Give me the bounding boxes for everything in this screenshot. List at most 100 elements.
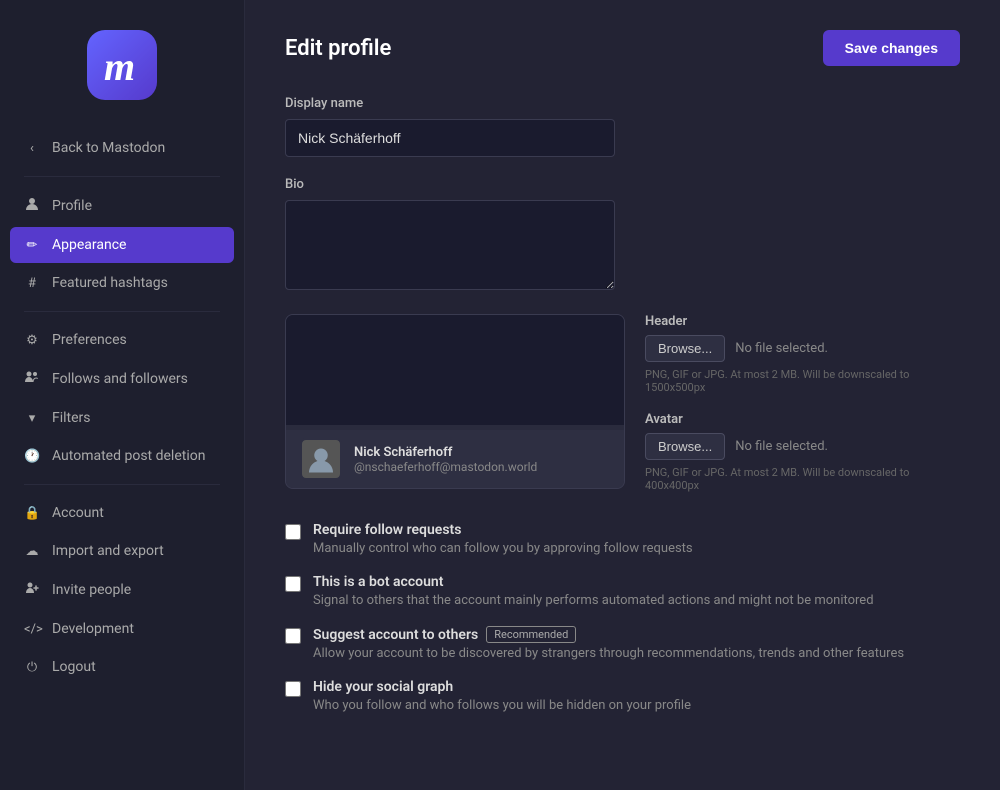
bot-account-content: This is a bot account Signal to others t…: [313, 574, 874, 608]
profile-card-footer: Nick Schäferhoff @nschaeferhoff@mastodon…: [286, 430, 624, 488]
header-upload-label: Header: [645, 314, 960, 329]
sidebar-autodeletion-label: Automated post deletion: [52, 448, 205, 464]
hide-social-title[interactable]: Hide your social graph: [313, 679, 691, 695]
sidebar-item-filters[interactable]: ▾ Filters: [10, 400, 234, 436]
suggest-account-content: Suggest account to others Recommended Al…: [313, 626, 904, 661]
recommended-badge: Recommended: [486, 626, 576, 643]
header-upload-group: Header Browse... No file selected. PNG, …: [645, 314, 960, 394]
sidebar-appearance-label: Appearance: [52, 237, 126, 253]
bio-input[interactable]: [285, 200, 615, 290]
sidebar-importexport-label: Import and export: [52, 543, 164, 559]
sidebar-filters-label: Filters: [52, 410, 91, 426]
back-icon: ‹: [24, 141, 40, 156]
avatar-no-file: No file selected.: [735, 439, 828, 454]
bio-label: Bio: [285, 177, 960, 192]
sidebar-item-import-export[interactable]: ☁ Import and export: [10, 533, 234, 569]
page-title: Edit profile: [285, 36, 391, 61]
checkbox-suggest-account: Suggest account to others Recommended Al…: [285, 626, 960, 661]
sidebar-logout-label: Logout: [52, 659, 96, 675]
mastodon-logo[interactable]: m: [87, 30, 157, 100]
sidebar-item-appearance[interactable]: ✏ Appearance: [10, 227, 234, 263]
page-header: Edit profile Save changes: [285, 30, 960, 66]
cloud-icon: ☁: [24, 544, 40, 559]
sidebar-development-label: Development: [52, 621, 134, 637]
sidebar-item-preferences[interactable]: ⚙ Preferences: [10, 322, 234, 358]
checkbox-bot-account: This is a bot account Signal to others t…: [285, 574, 960, 608]
display-name-label: Display name: [285, 96, 960, 111]
require-follow-checkbox[interactable]: [285, 524, 301, 540]
display-name-section: Display name: [285, 96, 960, 157]
hide-social-content: Hide your social graph Who you follow an…: [313, 679, 691, 713]
sidebar-follows-label: Follows and followers: [52, 371, 188, 387]
code-icon: </>: [24, 622, 40, 637]
gear-icon: ⚙: [24, 333, 40, 348]
sidebar-item-development[interactable]: </> Development: [10, 611, 234, 647]
sidebar-item-follows[interactable]: Follows and followers: [10, 360, 234, 398]
save-changes-button[interactable]: Save changes: [823, 30, 960, 66]
profile-handle: @nschaeferhoff@mastodon.world: [354, 460, 537, 474]
bot-account-desc: Signal to others that the account mainly…: [313, 593, 874, 608]
main-content: Edit profile Save changes Display name B…: [245, 0, 1000, 790]
avatar-browse-button[interactable]: Browse...: [645, 433, 725, 460]
sidebar-item-featured-hashtags[interactable]: # Featured hashtags: [10, 265, 234, 301]
header-browse-button[interactable]: Browse...: [645, 335, 725, 362]
logout-icon: ⏻: [24, 660, 40, 675]
header-no-file: No file selected.: [735, 341, 828, 356]
bot-account-checkbox[interactable]: [285, 576, 301, 592]
profile-icon: [24, 197, 40, 215]
bio-section: Bio: [285, 177, 960, 294]
sidebar-item-profile[interactable]: Profile: [10, 187, 234, 225]
require-follow-title[interactable]: Require follow requests: [313, 522, 693, 538]
sidebar-item-account[interactable]: 🔒 Account: [10, 495, 234, 531]
hashtag-icon: #: [24, 276, 40, 291]
display-name-input[interactable]: [285, 119, 615, 157]
header-upload-row: Browse... No file selected.: [645, 335, 960, 362]
sidebar-logo: m: [0, 20, 244, 130]
sidebar-divider-2: [24, 311, 220, 312]
media-section: Nick Schäferhoff @nschaeferhoff@mastodon…: [285, 314, 960, 492]
pencil-icon: ✏: [24, 238, 40, 253]
sidebar-item-autodeletion[interactable]: 🕐 Automated post deletion: [10, 438, 234, 474]
clock-icon: 🕐: [24, 449, 40, 464]
sidebar-item-logout[interactable]: ⏻ Logout: [10, 649, 234, 685]
sidebar-item-back[interactable]: ‹ Back to Mastodon: [10, 130, 234, 166]
hide-social-checkbox[interactable]: [285, 681, 301, 697]
invite-icon: [24, 581, 40, 599]
header-upload-hint: PNG, GIF or JPG. At most 2 MB. Will be d…: [645, 368, 960, 394]
require-follow-desc: Manually control who can follow you by a…: [313, 541, 693, 556]
avatar-upload-row: Browse... No file selected.: [645, 433, 960, 460]
require-follow-content: Require follow requests Manually control…: [313, 522, 693, 556]
lock-icon: 🔒: [24, 506, 40, 521]
sidebar-divider-3: [24, 484, 220, 485]
profile-preview: Nick Schäferhoff @nschaeferhoff@mastodon…: [285, 314, 625, 489]
avatar-upload-label: Avatar: [645, 412, 960, 427]
svg-text:m: m: [104, 44, 135, 88]
sidebar-item-invite[interactable]: Invite people: [10, 571, 234, 609]
avatar-upload-group: Avatar Browse... No file selected. PNG, …: [645, 412, 960, 492]
sidebar-nav: ‹ Back to Mastodon Profile ✏ Appearance …: [0, 130, 244, 685]
suggest-account-checkbox[interactable]: [285, 628, 301, 644]
avatar-upload-hint: PNG, GIF or JPG. At most 2 MB. Will be d…: [645, 466, 960, 492]
checkbox-hide-social: Hide your social graph Who you follow an…: [285, 679, 960, 713]
profile-header-bg: [286, 315, 624, 425]
sidebar-divider-1: [24, 176, 220, 177]
checkbox-require-follow: Require follow requests Manually control…: [285, 522, 960, 556]
profile-info: Nick Schäferhoff @nschaeferhoff@mastodon…: [354, 445, 537, 474]
sidebar-account-label: Account: [52, 505, 104, 521]
suggest-account-desc: Allow your account to be discovered by s…: [313, 646, 904, 661]
suggest-account-title[interactable]: Suggest account to others Recommended: [313, 626, 904, 643]
bot-account-title[interactable]: This is a bot account: [313, 574, 874, 590]
sidebar: m ‹ Back to Mastodon Profile ✏ Appearanc…: [0, 0, 245, 790]
upload-section: Header Browse... No file selected. PNG, …: [645, 314, 960, 492]
sidebar-preferences-label: Preferences: [52, 332, 127, 348]
filter-icon: ▾: [24, 411, 40, 426]
sidebar-hashtags-label: Featured hashtags: [52, 275, 168, 291]
sidebar-invite-label: Invite people: [52, 582, 131, 598]
people-icon: [24, 370, 40, 388]
avatar: [300, 438, 342, 480]
sidebar-profile-label: Profile: [52, 198, 92, 214]
hide-social-desc: Who you follow and who follows you will …: [313, 698, 691, 713]
profile-display-name: Nick Schäferhoff: [354, 445, 537, 460]
sidebar-back-label: Back to Mastodon: [52, 140, 165, 156]
checkbox-section: Require follow requests Manually control…: [285, 522, 960, 713]
